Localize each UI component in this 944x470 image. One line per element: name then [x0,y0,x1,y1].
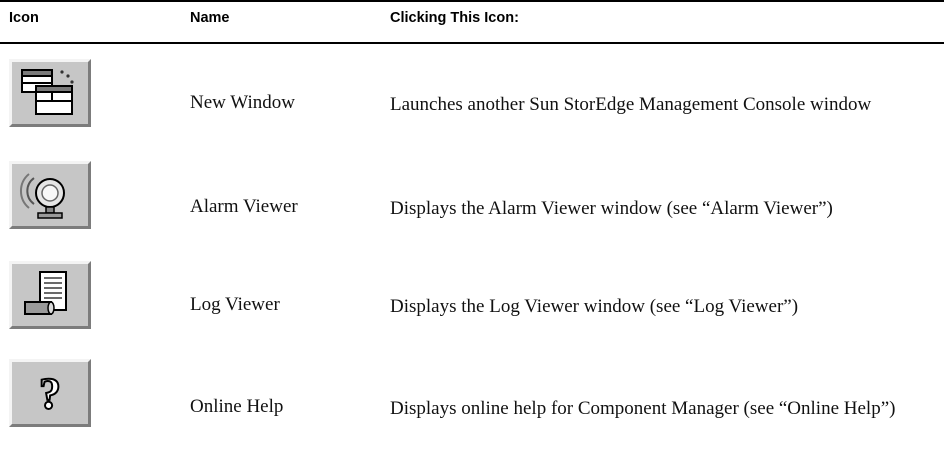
row-name: Online Help [190,396,284,417]
log-viewer-icon[interactable] [9,261,91,329]
table-row: ? Online Help Displays online help for C… [0,358,944,458]
row-name: New Window [190,92,295,113]
table-row: Log Viewer Displays the Log Viewer windo… [0,261,944,361]
table-row: New Window Launches another Sun StorEdge… [0,55,944,155]
row-description: Displays the Alarm Viewer window (see “A… [390,198,833,219]
row-description: Launches another Sun StorEdge Management… [390,94,872,115]
alarm-viewer-icon[interactable] [9,161,91,229]
column-header-name: Name [190,10,230,26]
row-description: Displays online help for Component Manag… [390,398,896,419]
column-header-clicking: Clicking This Icon: [390,10,519,26]
row-description: Displays the Log Viewer window (see “Log… [390,296,799,317]
header-rule [0,42,944,44]
svg-text:?: ? [39,369,61,418]
table-row: Alarm Viewer Displays the Alarm Viewer w… [0,161,944,261]
row-name: Log Viewer [190,294,280,315]
new-window-icon[interactable] [9,59,91,127]
table-top-rule [0,0,944,2]
online-help-icon[interactable]: ? [9,359,91,427]
column-header-icon: Icon [9,10,39,26]
row-name: Alarm Viewer [190,196,298,217]
